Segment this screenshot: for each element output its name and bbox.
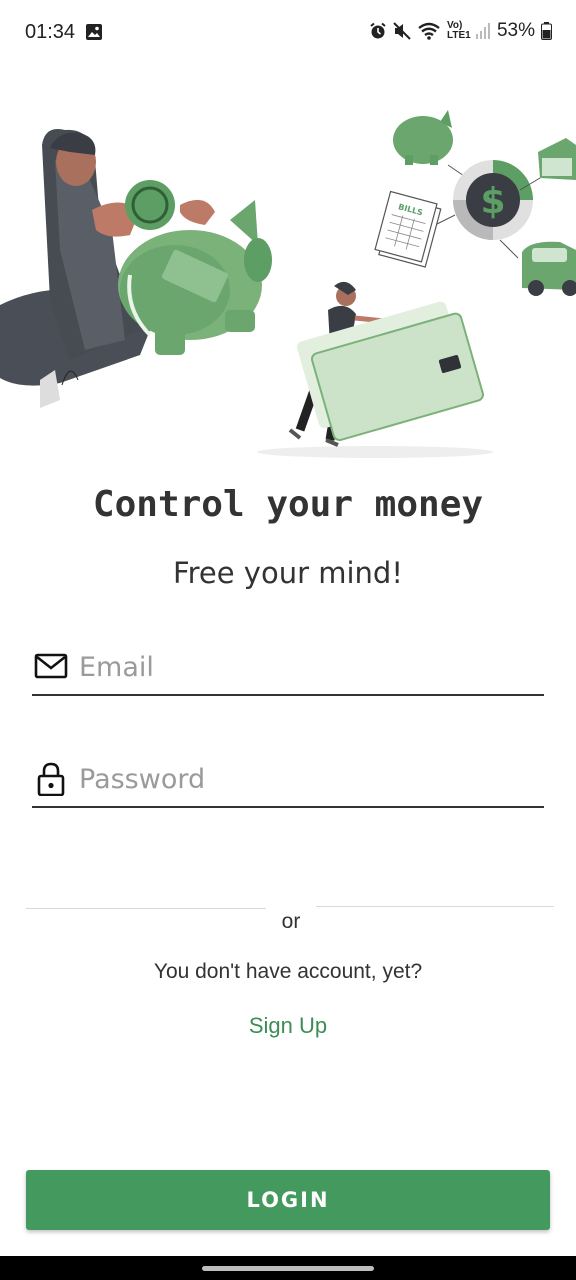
login-button[interactable]: LOGIN (26, 1170, 550, 1230)
email-field-container (32, 636, 544, 696)
subheadline: Free your mind! (173, 556, 403, 590)
status-time: 01:34 (25, 21, 76, 43)
battery-percent: 53% (496, 20, 535, 41)
finance-icons-cluster: $ BILLS (374, 110, 576, 296)
password-field-container (32, 748, 544, 808)
svg-text:$: $ (480, 181, 505, 222)
status-bar: 01:34 Vo) LTE1 53% (0, 0, 576, 66)
wifi-icon (417, 22, 441, 40)
alarm-icon (369, 22, 387, 40)
lock-icon (34, 762, 68, 797)
sign-up-link[interactable]: Sign Up (0, 1013, 576, 1039)
email-input[interactable] (79, 646, 529, 688)
mail-icon (34, 650, 68, 684)
signup-prompt: You don't have account, yet? (153, 960, 423, 983)
network-label: Vo) LTE1 (446, 20, 471, 41)
woman-with-piggy-bank (0, 129, 272, 408)
signal-icon (475, 22, 491, 40)
hero-illustration: $ BILLS (0, 100, 576, 470)
divider-right (316, 906, 554, 907)
battery-icon (541, 22, 552, 40)
status-icons: Vo) LTE1 53% (369, 20, 552, 42)
gallery-icon (85, 23, 103, 46)
navigation-bar (0, 1256, 576, 1280)
woman-with-card (288, 281, 484, 447)
headline: Control your money (92, 484, 484, 525)
or-separator: or (281, 910, 301, 933)
mute-icon (393, 22, 411, 40)
home-indicator[interactable] (202, 1266, 374, 1271)
password-input[interactable] (79, 758, 529, 800)
divider-left (26, 908, 266, 909)
